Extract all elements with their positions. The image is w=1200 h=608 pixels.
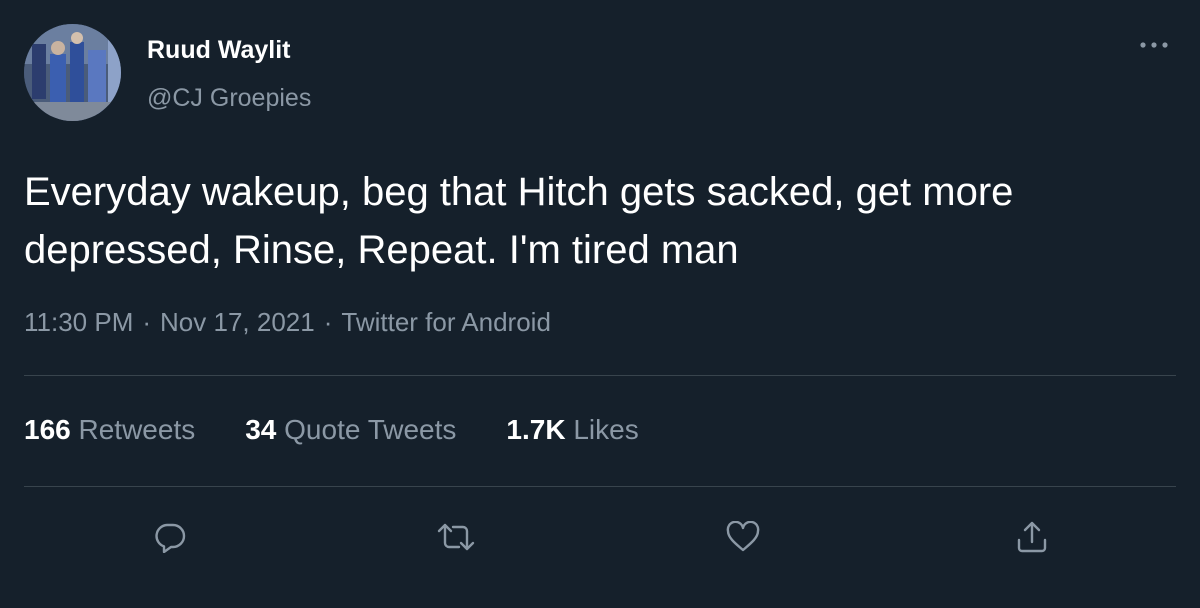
quote-tweets-label: Quote Tweets (284, 414, 457, 445)
meta-separator: · (142, 307, 152, 337)
likes-stat[interactable]: 1.7K Likes (506, 414, 638, 446)
user-handle[interactable]: @CJ Groepies (147, 84, 311, 113)
likes-label: Likes (573, 414, 639, 445)
display-name[interactable]: Ruud Waylit (147, 36, 291, 65)
tweet-time[interactable]: 11:30 PM (24, 307, 133, 337)
retweet-button[interactable] (434, 515, 478, 559)
tweet-text: Everyday wakeup, beg that Hitch gets sac… (24, 170, 1014, 272)
engagement-stats: 166 Retweets 34 Quote Tweets 1.7K Likes (24, 414, 639, 446)
share-button[interactable] (1010, 515, 1054, 559)
like-button[interactable] (721, 515, 765, 559)
quote-tweets-count: 34 (245, 414, 277, 445)
more-options-button[interactable] (1132, 30, 1176, 60)
profile-photo-icon (24, 24, 121, 121)
retweets-label: Retweets (78, 414, 196, 445)
retweets-stat[interactable]: 166 Retweets (24, 414, 195, 446)
tweet-date[interactable]: Nov 17, 2021 (160, 307, 315, 337)
share-icon (1017, 521, 1047, 553)
likes-count: 1.7K (506, 414, 566, 445)
divider (24, 375, 1176, 376)
meta-separator: · (323, 307, 333, 337)
more-dots-icon (1140, 42, 1168, 48)
quote-tweets-stat[interactable]: 34 Quote Tweets (245, 414, 456, 446)
heart-icon (726, 521, 760, 552)
action-bar (0, 515, 1200, 559)
avatar[interactable] (24, 24, 121, 121)
divider (24, 486, 1176, 487)
reply-icon (155, 523, 186, 553)
reply-button[interactable] (148, 515, 192, 559)
tweet-meta: 11:30 PM · Nov 17, 2021 · Twitter for Androi… (24, 307, 551, 338)
retweet-icon (437, 523, 475, 551)
retweets-count: 166 (24, 414, 71, 445)
tweet-source[interactable]: Twitter for Android (341, 307, 551, 337)
